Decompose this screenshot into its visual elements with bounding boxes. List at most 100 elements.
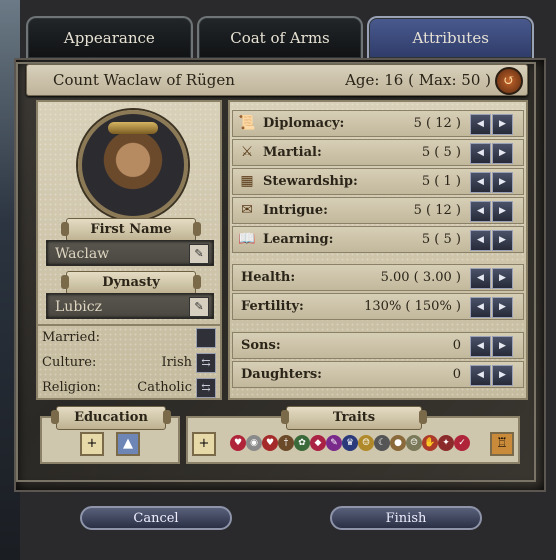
trait-quill-icon[interactable]: ✎ [326, 435, 342, 451]
attribute-label: Learning: [263, 232, 334, 247]
traits-label: Traits [281, 406, 427, 430]
daughters-row: Daughters: 0 ◀ ▶ [232, 361, 524, 388]
dynasty-field[interactable]: Lubicz ✎ [46, 293, 214, 319]
back-arrow-icon[interactable]: ↺ [495, 67, 523, 95]
edit-name-icon[interactable]: ✎ [189, 244, 209, 264]
increase-martial-button[interactable]: ▶ [492, 143, 513, 164]
fertility-value: 130% ( 150% ) [364, 299, 461, 314]
increase-learning-button[interactable]: ▶ [492, 230, 513, 251]
attribute-label: Intrigue: [263, 203, 328, 218]
trait-coin-icon[interactable]: ● [390, 435, 406, 451]
title-bar: Count Waclaw of Rügen Age: 16 ( Max: 50 … [26, 64, 528, 96]
attribute-value: 5 ( 12 ) [413, 116, 461, 131]
decrease-martial-button[interactable]: ◀ [470, 143, 491, 164]
edit-dynasty-icon[interactable]: ✎ [189, 297, 209, 317]
increase-intrigue-button[interactable]: ▶ [492, 201, 513, 222]
attribute-value: 5 ( 5 ) [421, 145, 461, 160]
decrease-health-button[interactable]: ◀ [470, 268, 491, 289]
trait-crown-icon[interactable]: ♛ [342, 435, 358, 451]
attribute-row-martial: ⚔ Martial: 5 ( 5 ) ◀ ▶ [232, 139, 524, 166]
sons-label: Sons: [241, 338, 281, 353]
married-label: Married: [42, 330, 101, 345]
first-name-label: First Name [61, 218, 201, 242]
sons-value: 0 [452, 338, 461, 353]
decrease-fertility-button[interactable]: ◀ [470, 297, 491, 318]
attribute-value: 5 ( 1 ) [421, 174, 461, 189]
increase-diplomacy-button[interactable]: ▶ [492, 114, 513, 135]
daughters-value: 0 [452, 367, 461, 382]
increase-fertility-button[interactable]: ▶ [492, 297, 513, 318]
religion-row: Religion: Catholic ⇆ [38, 376, 220, 400]
religion-label: Religion: [42, 380, 101, 395]
education-trait-icon[interactable]: ▲ [116, 432, 140, 456]
attribute-label: Diplomacy: [263, 116, 345, 131]
attribute-label: Martial: [263, 145, 322, 160]
attribute-value: 5 ( 12 ) [413, 203, 461, 218]
decrease-diplomacy-button[interactable]: ◀ [470, 114, 491, 135]
attribute-value: 5 ( 5 ) [421, 232, 461, 247]
tab-attributes[interactable]: Attributes [367, 16, 535, 58]
stewardship-icon: ▦ [240, 173, 254, 189]
culture-value: Irish [161, 355, 192, 370]
trait-shield-icon[interactable]: ◆ [310, 435, 326, 451]
fertility-row: Fertility: 130% ( 150% ) ◀ ▶ [232, 293, 524, 320]
daughters-label: Daughters: [241, 367, 322, 382]
dynasty-value: Lubicz [55, 299, 102, 315]
attribute-row-diplomacy: 📜 Diplomacy: 5 ( 12 ) ◀ ▶ [232, 110, 524, 137]
married-checkbox[interactable] [196, 328, 216, 348]
trait-figure-icon[interactable]: ☺ [358, 435, 374, 451]
trait-leaf-icon[interactable]: ✿ [294, 435, 310, 451]
finish-button[interactable]: Finish [330, 506, 482, 530]
diplomacy-icon: 📜 [238, 115, 256, 131]
increase-stewardship-button[interactable]: ▶ [492, 172, 513, 193]
religion-value: Catholic [137, 380, 192, 395]
cancel-button[interactable]: Cancel [80, 506, 232, 530]
trait-sword-icon[interactable]: † [278, 435, 294, 451]
add-education-icon[interactable]: + [80, 432, 104, 456]
character-portrait[interactable] [78, 110, 188, 220]
age-label: Age: 16 ( Max: 50 ) [345, 71, 491, 89]
decrease-daughters-button[interactable]: ◀ [470, 365, 491, 386]
increase-sons-button[interactable]: ▶ [492, 336, 513, 357]
first-name-value: Waclaw [55, 246, 110, 262]
culture-label: Culture: [42, 355, 97, 370]
education-label: Education [51, 406, 171, 430]
culture-row: Culture: Irish ⇆ [38, 351, 220, 375]
add-trait-icon[interactable]: + [192, 432, 216, 456]
sons-row: Sons: 0 ◀ ▶ [232, 332, 524, 359]
character-title: Count Waclaw of Rügen [53, 71, 235, 89]
attribute-row-intrigue: ✉ Intrigue: 5 ( 12 ) ◀ ▶ [232, 197, 524, 224]
religion-cycle-icon[interactable]: ⇆ [196, 378, 216, 398]
trait-wrath-icon[interactable]: ✦ [438, 435, 454, 451]
martial-icon: ⚔ [240, 144, 254, 160]
dynasty-label: Dynasty [61, 271, 201, 295]
tab-coat-of-arms[interactable]: Coat of Arms [196, 16, 364, 58]
attribute-label: Stewardship: [263, 174, 358, 189]
decrease-intrigue-button[interactable]: ◀ [470, 201, 491, 222]
tab-appearance[interactable]: Appearance [26, 16, 193, 58]
married-row: Married: [38, 326, 220, 350]
decrease-sons-button[interactable]: ◀ [470, 336, 491, 357]
trait-hand-icon[interactable]: ✋ [422, 435, 438, 451]
decrease-stewardship-button[interactable]: ◀ [470, 172, 491, 193]
fertility-label: Fertility: [241, 299, 304, 314]
trait-moon-icon[interactable]: ☾ [374, 435, 390, 451]
trait-check-icon[interactable]: ✓ [454, 435, 470, 451]
trait-heart-icon[interactable]: ♥ [230, 435, 246, 451]
trait-ruler-icon[interactable]: ♖ [490, 432, 514, 456]
attribute-row-stewardship: ▦ Stewardship: 5 ( 1 ) ◀ ▶ [232, 168, 524, 195]
attribute-row-learning: 📖 Learning: 5 ( 5 ) ◀ ▶ [232, 226, 524, 253]
health-label: Health: [241, 270, 296, 285]
increase-daughters-button[interactable]: ▶ [492, 365, 513, 386]
increase-health-button[interactable]: ▶ [492, 268, 513, 289]
culture-cycle-icon[interactable]: ⇆ [196, 353, 216, 373]
learning-icon: 📖 [238, 231, 256, 247]
circlet-icon [108, 122, 158, 134]
trait-mask-icon[interactable]: ☹ [406, 435, 422, 451]
trait-lust-icon[interactable]: ♥ [262, 435, 278, 451]
decrease-learning-button[interactable]: ◀ [470, 230, 491, 251]
first-name-field[interactable]: Waclaw ✎ [46, 240, 214, 266]
intrigue-icon: ✉ [241, 202, 253, 218]
trait-eye-icon[interactable]: ◉ [246, 435, 262, 451]
tab-bar: Appearance Coat of Arms Attributes [26, 16, 535, 58]
